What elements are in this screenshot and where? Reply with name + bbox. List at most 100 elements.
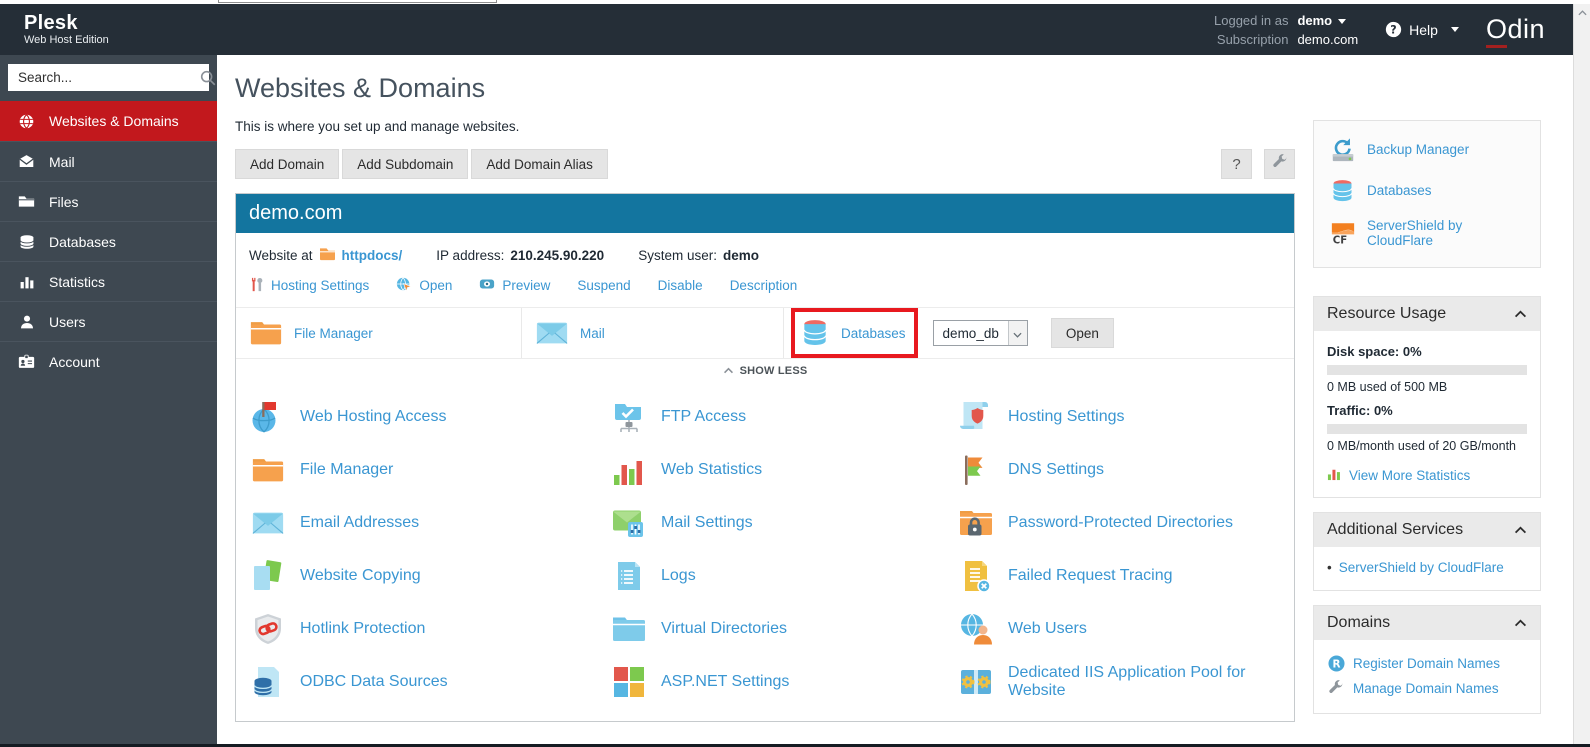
tool-link[interactable]: FTP Access [661, 408, 746, 426]
register-domain-names-link[interactable]: Register Domain Names [1353, 656, 1500, 671]
tool-dedicated-iis-pool[interactable]: Dedicated IIS Application Pool for Websi… [957, 663, 1294, 701]
tool-link[interactable]: Failed Request Tracing [1008, 567, 1173, 585]
shield-chain-icon [249, 610, 287, 648]
sidebar-item-statistics[interactable]: Statistics [0, 261, 217, 301]
help-button[interactable]: ? [1221, 149, 1252, 179]
servershield-link[interactable]: ServerShield by CloudFlare [1367, 218, 1525, 248]
tool-hotlink-protection[interactable]: Hotlink Protection [249, 610, 610, 648]
tool-web-users[interactable]: Web Users [957, 610, 1294, 648]
additional-services-header[interactable]: Additional Services [1314, 513, 1540, 547]
vertical-scrollbar[interactable] [1573, 4, 1590, 744]
sidebar-item-databases[interactable]: Databases [0, 221, 217, 261]
tool-logs[interactable]: Logs [610, 557, 957, 595]
mail-link[interactable]: Mail [580, 326, 605, 341]
backup-manager-link[interactable]: Backup Manager [1367, 142, 1469, 157]
register-domain-names-item[interactable]: R Register Domain Names [1327, 651, 1527, 676]
add-domain-button[interactable]: Add Domain [235, 149, 340, 179]
tool-link[interactable]: ASP.NET Settings [661, 673, 789, 691]
tools-button[interactable] [1264, 149, 1295, 179]
tool-link[interactable]: File Manager [300, 461, 393, 479]
tool-link[interactable]: Mail Settings [661, 514, 753, 532]
hosting-settings-action[interactable]: Hosting Settings [249, 277, 369, 295]
plesk-logo[interactable]: Plesk Web Host Edition [24, 12, 109, 47]
domains-header[interactable]: Domains [1314, 606, 1540, 640]
logged-in-user-menu[interactable]: demo [1297, 11, 1358, 30]
databases-link[interactable]: Databases [841, 326, 906, 341]
tool-file-manager[interactable]: File Manager [249, 451, 610, 489]
manage-domain-names-link[interactable]: Manage Domain Names [1353, 681, 1499, 696]
envelope-icon [249, 504, 287, 542]
action-link[interactable]: Preview [502, 278, 550, 293]
tool-link[interactable]: Password-Protected Directories [1008, 514, 1233, 532]
tool-link[interactable]: DNS Settings [1008, 461, 1104, 479]
tool-password-protected-directories[interactable]: Password-Protected Directories [957, 504, 1294, 542]
scrollbar-up-arrow[interactable] [1574, 4, 1590, 20]
tool-mail-settings[interactable]: Mail Settings [610, 504, 957, 542]
tool-web-statistics[interactable]: Web Statistics [610, 451, 957, 489]
tool-virtual-directories[interactable]: Virtual Directories [610, 610, 957, 648]
tool-link[interactable]: Virtual Directories [661, 620, 787, 638]
tool-link[interactable]: ODBC Data Sources [300, 673, 448, 691]
add-subdomain-button[interactable]: Add Subdomain [342, 149, 469, 179]
tool-odbc-data-sources[interactable]: ODBC Data Sources [249, 663, 610, 701]
action-link[interactable]: Open [419, 278, 452, 293]
ip-label: IP address: [436, 247, 505, 263]
sidebar-item-label: Websites & Domains [49, 113, 179, 129]
tool-email-addresses[interactable]: Email Addresses [249, 504, 610, 542]
tool-link[interactable]: Web Hosting Access [300, 408, 446, 426]
tool-link[interactable]: Web Statistics [661, 461, 762, 479]
servershield-service-link[interactable]: ServerShield by CloudFlare [1339, 560, 1504, 575]
tool-aspnet-settings[interactable]: ASP.NET Settings [610, 663, 957, 701]
tool-web-hosting-access[interactable]: Web Hosting Access [249, 398, 610, 436]
view-more-statistics-link[interactable]: View More Statistics [1349, 468, 1470, 483]
action-link[interactable]: Hosting Settings [271, 278, 369, 293]
add-domain-alias-button[interactable]: Add Domain Alias [471, 149, 608, 179]
tool-link[interactable]: Dedicated IIS Application Pool for Websi… [1008, 664, 1294, 700]
sidebar: Websites & Domains Mail Files Databases … [0, 55, 217, 744]
resource-usage-header[interactable]: Resource Usage [1314, 297, 1540, 331]
help-icon: ? [1385, 21, 1402, 38]
backup-icon [1329, 136, 1356, 163]
suspend-action[interactable]: Suspend [577, 278, 630, 293]
help-menu[interactable]: ? Help [1385, 21, 1459, 38]
disable-action[interactable]: Disable [658, 278, 703, 293]
quick-file-manager-cell[interactable]: File Manager [236, 308, 521, 358]
manage-domain-names-item[interactable]: Manage Domain Names [1327, 676, 1527, 700]
tool-link[interactable]: Website Copying [300, 567, 421, 585]
sidebar-item-label: Databases [49, 233, 116, 250]
view-more-statistics-item[interactable]: View More Statistics [1327, 466, 1527, 484]
log-page-icon [610, 557, 648, 595]
disk-space-label: Disk space: 0% [1327, 344, 1422, 359]
file-manager-link[interactable]: File Manager [294, 326, 373, 341]
quick-mail-cell[interactable]: Mail [521, 308, 783, 358]
search-input[interactable] [9, 70, 199, 85]
tool-hosting-settings[interactable]: Hosting Settings [957, 398, 1294, 436]
tool-dns-settings[interactable]: DNS Settings [957, 451, 1294, 489]
preview-action[interactable]: Preview [479, 276, 550, 295]
open-site-action[interactable]: Open [396, 276, 452, 295]
sidebar-item-websites-domains[interactable]: Websites & Domains [0, 101, 217, 141]
search-icon[interactable] [199, 69, 217, 87]
webroot-link[interactable]: httpdocs/ [342, 248, 403, 263]
servershield-item[interactable]: CF ServerShield by CloudFlare [1314, 211, 1540, 255]
show-less-toggle[interactable]: SHOW LESS [236, 358, 1294, 384]
sidebar-item-users[interactable]: Users [0, 301, 217, 341]
databases-link[interactable]: Databases [1367, 183, 1432, 198]
tool-link[interactable]: Logs [661, 567, 696, 585]
tool-link[interactable]: Hotlink Protection [300, 620, 425, 638]
tool-website-copying[interactable]: Website Copying [249, 557, 610, 595]
sidebar-item-files[interactable]: Files [0, 181, 217, 221]
tool-link[interactable]: Web Users [1008, 620, 1087, 638]
tool-failed-request-tracing[interactable]: Failed Request Tracing [957, 557, 1294, 595]
sidebar-item-account[interactable]: Account [0, 341, 217, 381]
sidebar-item-mail[interactable]: Mail [0, 141, 217, 181]
open-database-button[interactable]: Open [1050, 318, 1114, 348]
description-action[interactable]: Description [730, 278, 798, 293]
tool-link[interactable]: Email Addresses [300, 514, 419, 532]
tool-link[interactable]: Hosting Settings [1008, 408, 1125, 426]
backup-manager-item[interactable]: Backup Manager [1314, 129, 1540, 170]
servershield-service-item[interactable]: • ServerShield by CloudFlare [1327, 558, 1527, 577]
tool-ftp-access[interactable]: FTP Access [610, 398, 957, 436]
databases-item[interactable]: Databases [1314, 170, 1540, 211]
database-select[interactable]: demo_db [932, 320, 1028, 346]
